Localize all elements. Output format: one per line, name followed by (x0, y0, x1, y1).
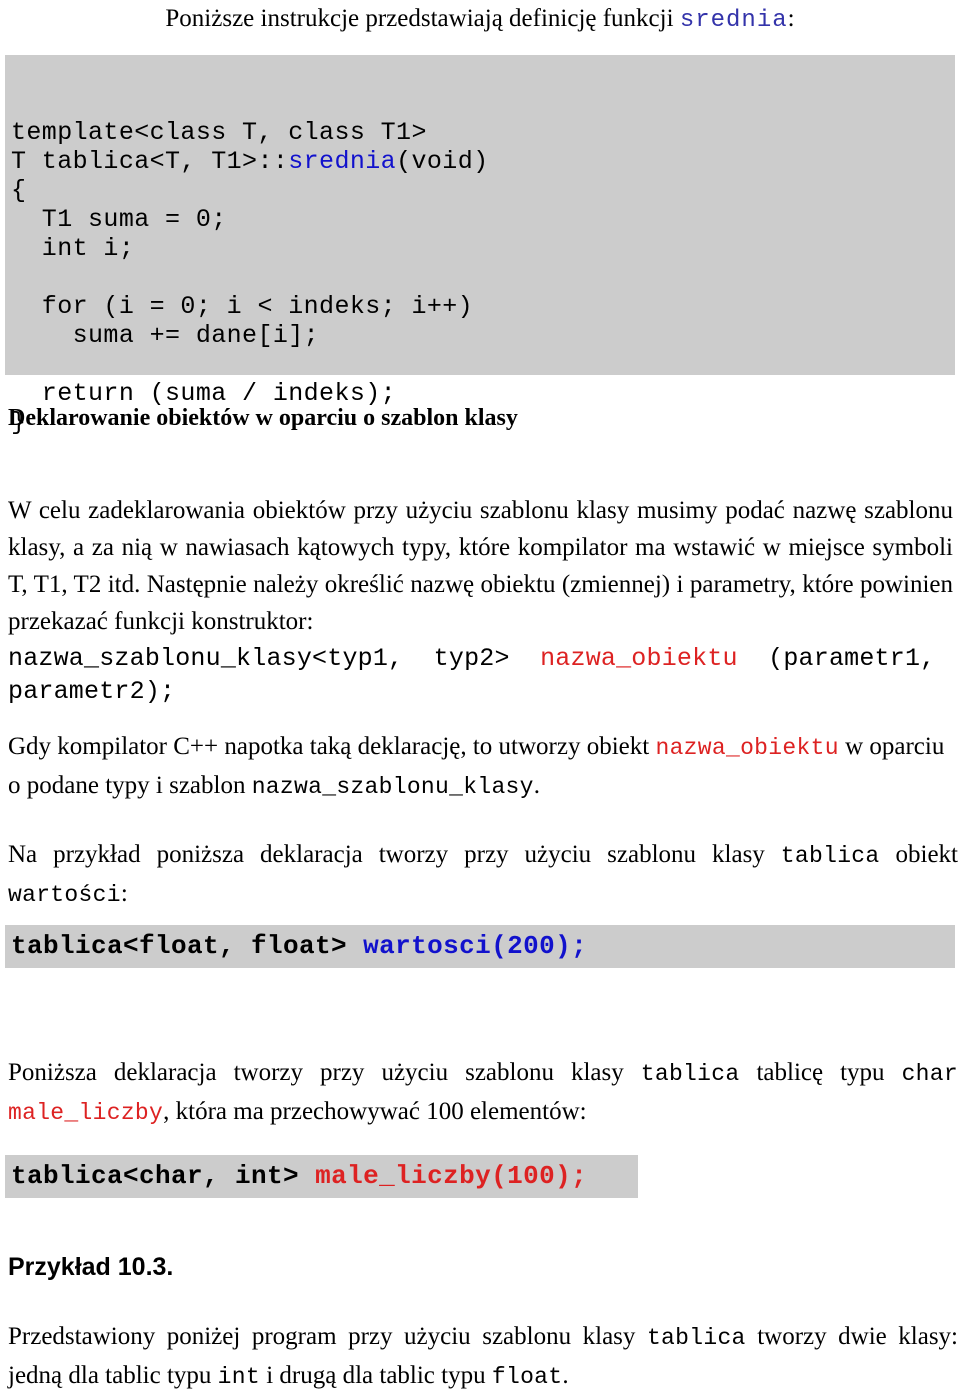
code-line: T1 suma = 0; (11, 205, 227, 234)
code-line: suma += dane[i]; (11, 321, 320, 350)
para-text: Na przykład poniższa deklaracja tworzy p… (8, 841, 781, 868)
decl-identifier-nazwa-obiektu: nazwa_obiektu (540, 644, 738, 673)
para-text: tablicę typu (739, 1059, 902, 1086)
paragraph-gdy-kompilator: Gdy kompilator C++ napotka taką deklarac… (8, 728, 960, 806)
declaration-nazwa-szablonu-klasy: nazwa_szablonu_klasy<typ1, typ2> nazwa_o… (8, 642, 958, 708)
para-text: Przedstawiony poniżej program przy użyci… (8, 1323, 647, 1350)
code-line: T tablica<T, T1>::srednia(void) (11, 147, 955, 176)
code-identifier-wartosci: wartosci(200); (363, 931, 588, 961)
paragraph-na-przyklad: Na przykład poniższa deklaracja tworzy p… (8, 836, 958, 914)
inline-code-nazwa-szablonu-klasy: nazwa_szablonu_klasy (251, 774, 534, 800)
para-text: obiekt (879, 841, 959, 868)
section-heading-przyklad: Przykład 10.3. (8, 1253, 174, 1281)
intro-text-before: Poniższe instrukcje przedstawiają defini… (165, 5, 680, 32)
intro-sentence: Poniższe instrukcje przedstawiają defini… (0, 4, 960, 36)
para-text: , która ma przechowywać 100 elementów: (163, 1098, 587, 1125)
inline-code-tablica: tablica (640, 1061, 740, 1087)
code-line: for (i = 0; i < indeks; i++) (11, 292, 474, 321)
decl-part-1: nazwa_szablonu_klasy<typ1, typ2> (8, 644, 541, 673)
para-text: . (562, 1362, 569, 1389)
para-text: Gdy kompilator C++ napotka taką deklarac… (8, 733, 656, 760)
document-page: Poniższe instrukcje przedstawiają defini… (0, 0, 960, 1391)
code-fragment: tablica<float, float> (11, 931, 364, 961)
inline-code-char: char (901, 1061, 958, 1087)
code-identifier-srednia: srednia (288, 147, 397, 176)
inline-code-wartosci: wartości (8, 882, 121, 908)
code-line: int i; (11, 234, 135, 263)
para-text: Poniższa deklaracja tworzy przy użyciu s… (8, 1059, 641, 1086)
code-fragment: T tablica<T, T1>:: (11, 147, 289, 176)
intro-text-after: : (787, 5, 795, 32)
code-block-srednia: template<class T, class T1> T tablica<T, … (5, 55, 955, 437)
inline-code-male-liczby: male_liczby (8, 1100, 164, 1126)
code-line: template<class T, class T1> (11, 118, 427, 147)
paragraph-w-celu: W celu zadeklarowania obiektów przy użyc… (8, 497, 953, 635)
inline-code-nazwa-obiektu: nazwa_obiektu (655, 735, 839, 761)
inline-code-float: float (491, 1364, 563, 1390)
section-heading-deklarowanie: Deklarowanie obiektów w oparciu o szablo… (8, 405, 518, 431)
intro-code-name: srednia (679, 7, 788, 34)
code-block-wartosci: tablica<float, float> wartosci(200); (5, 925, 955, 968)
paragraph-przedstawiony: Przedstawiony poniżej program przy użyci… (8, 1318, 958, 1396)
para-text: . (533, 772, 540, 799)
inline-code-tablica: tablica (646, 1325, 746, 1351)
inline-code-tablica: tablica (780, 843, 880, 869)
para-text: : (120, 880, 128, 907)
inline-code-int: int (217, 1364, 260, 1390)
code-identifier-male-liczby: male_liczby(100); (315, 1161, 588, 1191)
paragraph-ponizsza-deklaracja: Poniższa deklaracja tworzy przy użyciu s… (8, 1054, 958, 1132)
code-fragment: (void) (396, 147, 489, 176)
para-text: i drugą dla tablic typu (259, 1362, 492, 1389)
code-line: { (11, 176, 27, 205)
code-fragment: tablica<char, int> (11, 1161, 316, 1191)
code-block-male-liczby: tablica<char, int> male_liczby(100); (5, 1155, 638, 1198)
